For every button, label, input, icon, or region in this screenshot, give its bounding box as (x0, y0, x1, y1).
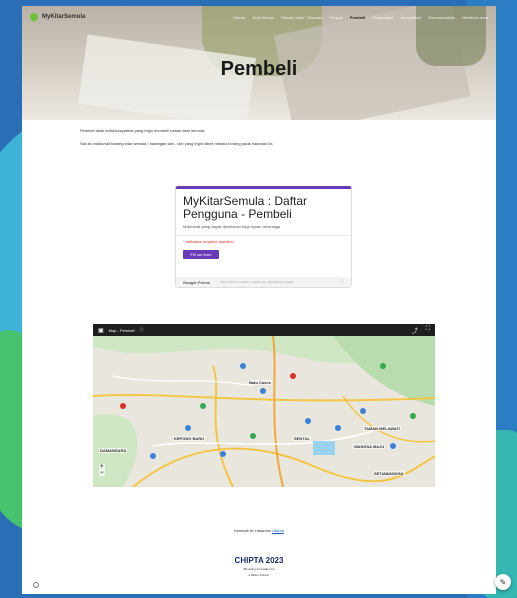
nav-item-pengangkut[interactable]: Pengangkut (372, 15, 393, 20)
nav-item-utama[interactable]: Utama (233, 15, 245, 20)
info-icon[interactable]: i (33, 582, 39, 588)
map-graphics (93, 336, 435, 487)
embedded-map[interactable]: ▣ Map - Pembeli ⓘ ⤴ ⛶ Batu Caves KEPONG … (93, 324, 435, 487)
nav-item-semak[interactable]: Semak Jalan / Tawaran (281, 15, 323, 20)
form-disclaimer: This content is neither created nor endo… (220, 280, 295, 284)
nav-item-penjual[interactable]: Penjual (330, 15, 343, 20)
back-to-home: Kembali ke Halaman Utama (22, 528, 496, 533)
brand-name: MyKitarSemula (42, 14, 86, 20)
map-label-kepong-baru: KEPONG BARU (173, 436, 206, 441)
nav-item-documentation[interactable]: Documentation (428, 15, 455, 20)
fill-out-form-button[interactable]: Fill out form (183, 250, 219, 259)
map-canvas[interactable]: Batu Caves KEPONG BARU SENTUL WANGSA MAJ… (93, 336, 435, 487)
intro-text: Pembeli ialah individu/syarikat yang ing… (22, 120, 496, 146)
nav-item-komunikasi[interactable]: Komunikasi (401, 15, 422, 20)
map-label-wangsa-maju: WANGSA MAJU (353, 444, 386, 449)
event-name: CHIPTA 2023 (234, 556, 284, 565)
intro-paragraph-1: Pembeli ialah individu/syarikat yang ing… (80, 128, 206, 133)
event-tagline-1: "Boosting Innovation for (243, 567, 275, 571)
back-text: Kembali ke Halaman (234, 528, 273, 533)
hero-banner: MyKitarSemula Utama Jenis Bahan Semak Ja… (22, 6, 496, 120)
map-label-setiawangsa: SETIAWANGSA (373, 471, 405, 476)
share-icon[interactable]: ⤴ (412, 326, 418, 335)
report-icon[interactable]: ⓘ (340, 279, 344, 285)
intro-paragraph-2: Sila isi maklumat barang kitar semula / … (80, 141, 274, 146)
map-info-icon[interactable]: ⓘ (139, 327, 143, 333)
top-nav: MyKitarSemula Utama Jenis Bahan Semak Ja… (22, 6, 496, 28)
map-sidebar-icon[interactable]: ▣ (98, 327, 104, 334)
required-note: * Indicates required question (183, 239, 234, 244)
pencil-icon[interactable]: ✎ (495, 574, 511, 590)
event-tagline-2: a Better Future" (248, 573, 270, 577)
map-label-taman-melawati: TAMAN MELAWATI (363, 426, 402, 431)
logo-icon (30, 13, 38, 21)
nav-links: Utama Jenis Bahan Semak Jalan / Tawaran … (233, 15, 488, 20)
fullscreen-icon[interactable]: ⛶ (426, 326, 430, 335)
google-forms-logo[interactable]: Google Forms (183, 280, 210, 285)
map-label-sentul: SENTUL (293, 436, 311, 441)
page-title: Pembeli (220, 58, 298, 80)
form-footer: Google Forms This content is neither cre… (176, 277, 351, 287)
nav-item-pembeli[interactable]: Pembeli (350, 15, 365, 20)
zoom-controls[interactable]: + − (99, 464, 105, 476)
site-logo[interactable]: MyKitarSemula (30, 13, 85, 21)
embedded-google-form: MyKitarSemula : Daftar Pengguna - Pembel… (175, 186, 352, 288)
form-title: MyKitarSemula : Daftar Pengguna - Pembel… (183, 194, 308, 221)
map-title: Map - Pembeli (108, 327, 135, 333)
home-link[interactable]: Utama (272, 528, 284, 533)
map-label-damansara: DAMANSARA (99, 448, 128, 453)
nav-item-members-area[interactable]: Members area (462, 15, 488, 20)
form-description: Maklumat yang dapat diperlukan bagi tuju… (183, 224, 281, 229)
map-header: ▣ Map - Pembeli ⓘ ⤴ ⛶ (93, 324, 435, 336)
nav-item-jenis-bahan[interactable]: Jenis Bahan (252, 15, 274, 20)
map-label-batu-caves: Batu Caves (248, 380, 272, 385)
event-logo: CHIPTA 2023 "Boosting Innovation for a B… (22, 556, 496, 577)
page: MyKitarSemula Utama Jenis Bahan Semak Ja… (22, 6, 496, 594)
